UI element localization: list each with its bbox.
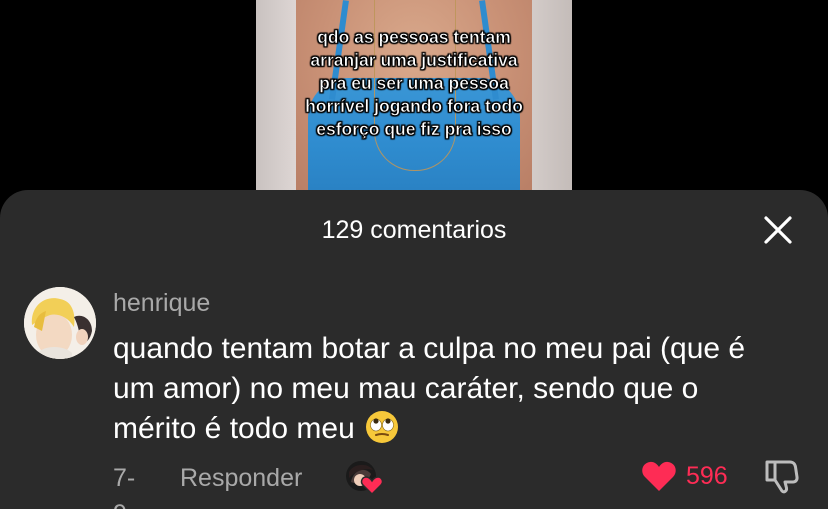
comment-text: quando tentam botar a culpa no meu pai (…: [113, 329, 803, 449]
avatar[interactable]: [24, 287, 96, 359]
liked-by-creator-badge: [345, 460, 384, 496]
heart-icon: [642, 461, 676, 491]
screen: qdo as pessoas tentam arranjar uma justi…: [0, 0, 828, 509]
comments-count-title: 129 comentarios: [321, 216, 507, 244]
comment-username[interactable]: henrique: [113, 287, 210, 319]
rolling-eyes-emoji-icon: [366, 411, 399, 443]
video-caption-overlay: qdo as pessoas tentam arranjar uma justi…: [305, 27, 523, 140]
dislike-button[interactable]: [762, 457, 800, 495]
like-count: 596: [686, 462, 728, 490]
comments-sheet: 129 comentarios henrique quando tentam b…: [0, 190, 828, 509]
comment-date: 7-9: [113, 464, 136, 509]
comment-body: quando tentam botar a culpa no meu pai (…: [113, 332, 746, 445]
reply-button[interactable]: Responder: [180, 460, 302, 496]
video-preview[interactable]: qdo as pessoas tentam arranjar uma justi…: [256, 0, 572, 190]
thumbs-down-icon: [765, 460, 799, 494]
close-button[interactable]: [758, 210, 798, 250]
creator-heart-icon: [346, 461, 384, 496]
close-icon: [764, 216, 792, 244]
